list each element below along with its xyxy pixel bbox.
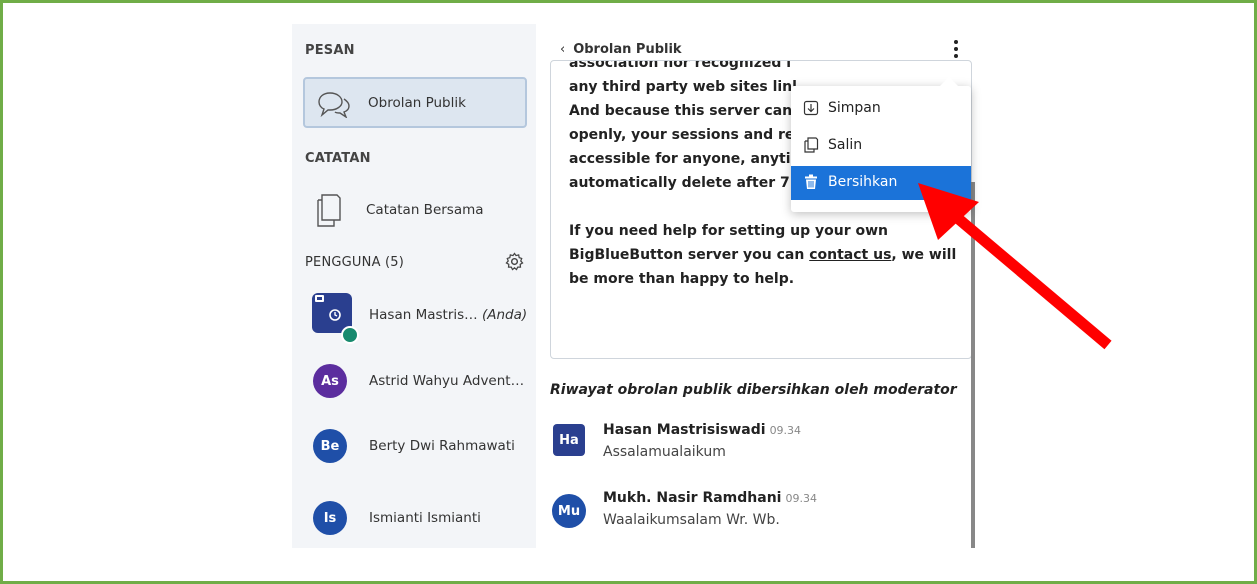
avatar: Mu — [552, 494, 586, 528]
back-to-chat-list-button[interactable]: ‹ Obrolan Publik — [560, 42, 682, 57]
contact-us-link[interactable]: contact us — [809, 247, 891, 263]
menu-item-clear[interactable]: Bersihkan — [791, 166, 971, 200]
copy-icon — [803, 137, 819, 153]
chat-title: Obrolan Publik — [573, 42, 682, 57]
menu-item-label: Simpan — [828, 100, 881, 116]
menu-item-label: Bersihkan — [828, 174, 898, 190]
chevron-left-icon: ‹ — [560, 42, 566, 57]
user-list-item[interactable]: Be Berty Dwi Rahmawati — [292, 429, 536, 473]
download-icon — [803, 100, 819, 116]
user-name: Berty Dwi Rahmawati — [369, 438, 515, 454]
more-options-icon[interactable] — [952, 40, 960, 62]
sidebar-item-label: Obrolan Publik — [368, 95, 466, 111]
menu-item-copy[interactable]: Salin — [791, 129, 971, 163]
sidebar-item-shared-notes[interactable]: Catatan Bersama — [303, 194, 527, 228]
user-list-item[interactable]: Is Ismianti Ismianti — [292, 501, 536, 545]
message-time: 09.34 — [785, 492, 817, 505]
gear-icon[interactable] — [505, 252, 524, 271]
chat-message: Mu Mukh. Nasir Ramdhani 09.34 Waalaikumsa… — [550, 490, 950, 540]
user-name: Hasan Mastris… (Anda) — [369, 307, 528, 323]
menu-item-save[interactable]: Simpan — [791, 92, 971, 126]
avatar: Is — [313, 501, 347, 535]
chat-options-menu: Simpan Salin Bersihkan — [791, 77, 971, 212]
user-list-item-self[interactable]: Hasan Mastris… (Anda) — [292, 293, 536, 344]
sidebar-item-label: Catatan Bersama — [366, 202, 484, 218]
notes-icon — [315, 194, 341, 232]
avatar: As — [313, 364, 347, 398]
menu-caret — [940, 77, 958, 86]
message-sender: Mukh. Nasir Ramdhani 09.34 — [603, 490, 817, 506]
menu-item-label: Salin — [828, 137, 863, 153]
sidebar-item-public-chat[interactable]: Obrolan Publik — [303, 77, 527, 128]
avatar: Ha — [553, 424, 585, 456]
user-name: Ismianti Ismianti — [369, 510, 481, 526]
message-sender: Hasan Mastrisiswadi 09.34 — [603, 422, 802, 438]
chat-cleared-notice: Riwayat obrolan publik dibersihkan oleh … — [550, 382, 957, 398]
chat-scrollbar[interactable] — [971, 182, 975, 548]
notes-section-title: CATATAN — [305, 151, 371, 166]
chat-bubbles-icon — [317, 90, 351, 122]
message-body: Waalaikumsalam Wr. Wb. — [603, 512, 780, 528]
avatar: Be — [313, 429, 347, 463]
user-list-item[interactable]: As Astrid Wahyu Advent… — [292, 364, 536, 408]
messages-section-title: PESAN — [305, 43, 355, 58]
user-name: Astrid Wahyu Advent… — [369, 373, 525, 389]
trash-icon — [803, 174, 819, 190]
sidebar: PESAN Obrolan Publik CATATAN Catatan Ber… — [292, 24, 536, 548]
message-time: 09.34 — [769, 424, 802, 437]
users-section-title: PENGGUNA (5) — [305, 255, 405, 270]
chat-message: Ha Hasan Mastrisiswadi 09.34 Assalamualai… — [550, 422, 950, 472]
message-body: Assalamualaikum — [603, 444, 726, 460]
presenter-badge-icon — [341, 326, 359, 344]
